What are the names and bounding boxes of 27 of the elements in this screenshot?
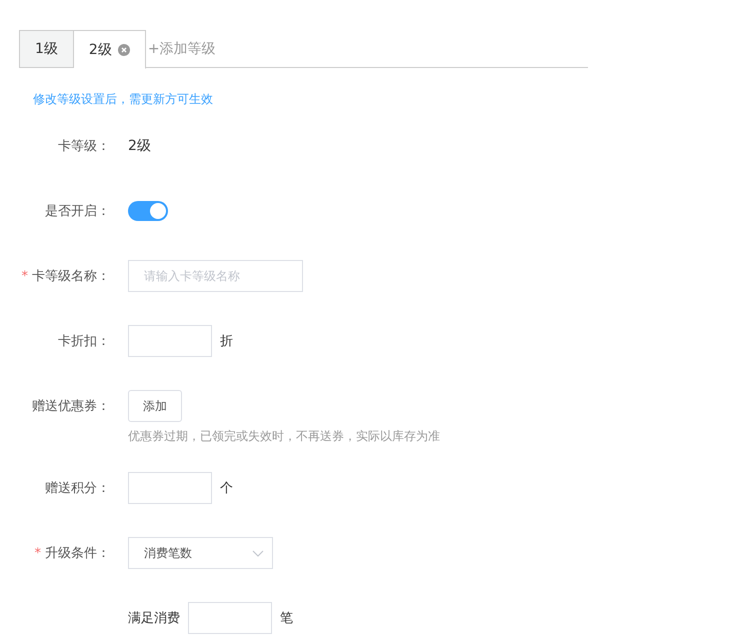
hint-text: 优惠券过期，已领完或失效时，不再送券，实际以库存为准 <box>128 428 440 445</box>
input-field[interactable]: 请输入卡等级名称 <box>128 260 303 292</box>
unit-text: 笔 <box>280 610 293 627</box>
level-tab[interactable]: 2级 <box>74 30 146 69</box>
required-mark: * <box>34 546 41 560</box>
level-value: 2级 <box>128 137 151 155</box>
notice-text: 修改等级设置后，需更新方可生效 <box>33 91 213 108</box>
field-label: 卡等级： <box>58 138 110 155</box>
select-field[interactable]: 消费笔数 <box>128 537 273 569</box>
unit-text: 个 <box>220 480 233 497</box>
unit-text: 折 <box>220 333 233 350</box>
level-tab[interactable]: 1级 <box>19 30 74 68</box>
input-field[interactable] <box>128 472 212 504</box>
add-button[interactable]: 添加 <box>128 390 182 422</box>
input-field[interactable] <box>188 602 272 634</box>
field-label: 是否开启： <box>45 203 110 220</box>
input-field[interactable] <box>128 325 212 357</box>
field-label: 满足消费 <box>128 610 180 627</box>
toggle-switch[interactable] <box>128 201 168 221</box>
field-label: 升级条件： <box>45 545 110 562</box>
field-label: 卡等级名称： <box>32 268 110 285</box>
close-icon[interactable] <box>118 44 130 56</box>
field-label: 赠送优惠券： <box>32 398 110 415</box>
required-mark: * <box>22 268 28 284</box>
field-label: 赠送积分： <box>45 480 110 497</box>
chevron-down-icon <box>252 550 264 556</box>
field-label: 卡折扣： <box>58 333 110 350</box>
